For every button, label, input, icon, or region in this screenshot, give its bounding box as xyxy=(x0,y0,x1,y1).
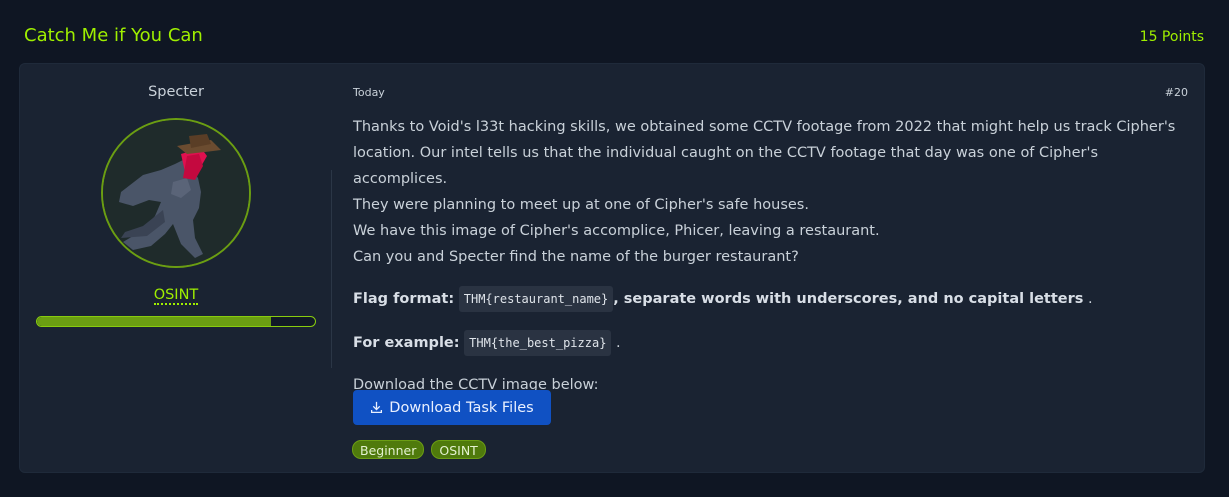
tag-list: Beginner OSINT xyxy=(352,440,486,459)
spy-figure-icon xyxy=(103,120,249,266)
example-end: . xyxy=(611,335,621,351)
download-label: Download Task Files xyxy=(389,399,534,416)
author-name[interactable]: Specter xyxy=(20,84,332,100)
paragraph-line: We have this image of Cipher's accomplic… xyxy=(353,223,880,239)
tag-beginner[interactable]: Beginner xyxy=(352,440,425,459)
challenge-points: 15 Points xyxy=(1139,29,1204,45)
paragraph-line: Thanks to Void's l33t hacking skills, we… xyxy=(353,119,1176,135)
paragraph-line: location. Our intel tells us that the in… xyxy=(353,145,1098,187)
avatar[interactable] xyxy=(101,118,251,268)
tag-osint[interactable]: OSINT xyxy=(431,440,486,459)
flag-format-suffix: , separate words with underscores, and n… xyxy=(613,291,1084,307)
post-body: Thanks to Void's l33t hacking skills, we… xyxy=(353,114,1193,398)
post-card: Specter OSINT Today #20 Thanks to Void's… xyxy=(19,63,1205,473)
divider xyxy=(331,170,332,368)
example-code: THM{the_best_pizza} xyxy=(464,330,612,356)
rank-progress-bar xyxy=(36,316,316,327)
example: For example: THM{the_best_pizza} . xyxy=(353,328,1193,358)
post-date: Today xyxy=(353,86,385,99)
post-number[interactable]: #20 xyxy=(1165,86,1188,99)
challenge-header: Catch Me if You Can 15 Points xyxy=(0,0,1229,62)
example-label: For example: xyxy=(353,335,460,351)
download-task-files-button[interactable]: Download Task Files xyxy=(353,390,551,425)
role-label[interactable]: OSINT xyxy=(153,287,199,305)
flag-format-label: Flag format: xyxy=(353,291,455,307)
rank-progress-fill xyxy=(37,317,271,326)
download-icon xyxy=(371,401,383,414)
author-role[interactable]: OSINT xyxy=(20,287,332,305)
flag-format-end: . xyxy=(1083,291,1093,307)
paragraph-line: They were planning to meet up at one of … xyxy=(353,197,809,213)
paragraph-line: Can you and Specter find the name of the… xyxy=(353,249,799,265)
challenge-title: Catch Me if You Can xyxy=(24,25,203,46)
author-panel: Specter OSINT xyxy=(20,64,332,474)
flag-format: Flag format: THM{restaurant_name}, separ… xyxy=(353,284,1193,314)
flag-format-code: THM{restaurant_name} xyxy=(458,286,614,312)
